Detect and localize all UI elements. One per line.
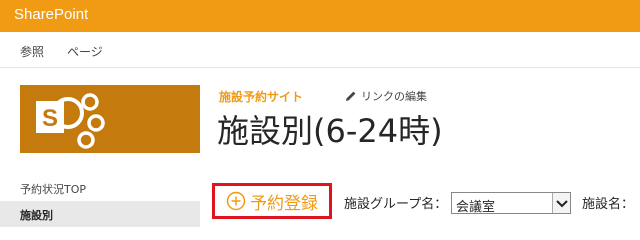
facility-name-label: 施設名： xyxy=(582,197,635,212)
reserve-button-label: 予約登録 xyxy=(250,193,318,214)
plus-circle-icon xyxy=(226,191,246,211)
ribbon-tabs: 参照 ページ xyxy=(0,32,640,68)
page-title: 施設別(6-24時) xyxy=(217,112,443,150)
pencil-icon xyxy=(346,91,356,101)
edit-links-button[interactable]: リンクの編集 xyxy=(345,88,427,104)
reserve-button[interactable]: 予約登録 xyxy=(212,183,332,219)
sharepoint-logo-icon: S xyxy=(36,93,105,149)
chevron-down-icon[interactable] xyxy=(552,193,570,213)
facility-group-select[interactable]: 会議室 xyxy=(451,192,571,215)
site-link[interactable]: 施設予約サイト xyxy=(219,88,303,105)
sharepoint-brand[interactable]: SharePoint xyxy=(14,6,88,23)
tab-page[interactable]: ページ xyxy=(67,43,103,60)
tab-browse[interactable]: 参照 xyxy=(20,43,44,60)
facility-group-value: 会議室 xyxy=(456,200,496,215)
edit-links-label: リンクの編集 xyxy=(361,90,427,103)
svg-text:S: S xyxy=(42,105,58,132)
nav-item-by-facility[interactable]: 施設別 xyxy=(0,201,200,227)
suite-bar: SharePoint xyxy=(0,0,640,32)
site-logo[interactable]: S xyxy=(20,85,200,153)
nav-item-reservation-top[interactable]: 予約状況TOP xyxy=(20,181,86,197)
facility-group-label: 施設グループ名： xyxy=(344,197,448,212)
